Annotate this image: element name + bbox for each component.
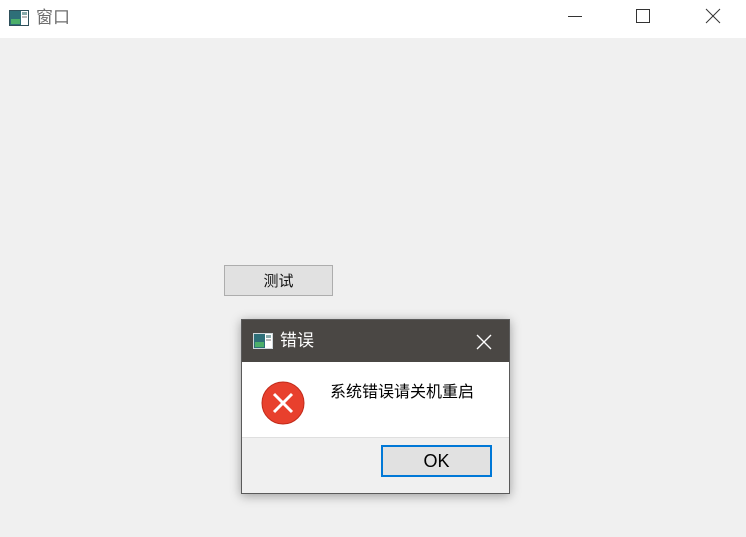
dialog-body: 系统错误请关机重启 [242, 362, 509, 437]
window-titlebar[interactable]: 窗口 [0, 0, 746, 38]
ok-button[interactable]: OK [381, 445, 492, 477]
test-button[interactable]: 测试 [224, 265, 333, 296]
window-title: 窗口 [36, 8, 70, 28]
dialog-close-button[interactable] [470, 328, 498, 356]
test-button-label: 测试 [263, 272, 294, 290]
maximize-icon [636, 9, 650, 23]
error-icon [261, 381, 305, 425]
error-message: 系统错误请关机重启 [330, 382, 475, 401]
close-icon [476, 334, 492, 350]
app-window-icon [9, 10, 29, 26]
dialog-title: 错误 [280, 331, 314, 351]
window-close-button[interactable] [690, 0, 736, 32]
main-window: 窗口 测试 错误 系统错误请关机重启 OK [0, 0, 746, 537]
minimize-icon [568, 16, 582, 17]
error-dialog: 错误 系统错误请关机重启 OK [241, 319, 510, 494]
close-icon [705, 8, 721, 24]
ok-button-label: OK [423, 450, 450, 471]
maximize-button[interactable] [620, 0, 666, 32]
dialog-footer: OK [242, 437, 509, 493]
app-window-icon [253, 333, 273, 349]
minimize-button[interactable] [552, 0, 598, 32]
dialog-titlebar[interactable]: 错误 [242, 320, 509, 362]
